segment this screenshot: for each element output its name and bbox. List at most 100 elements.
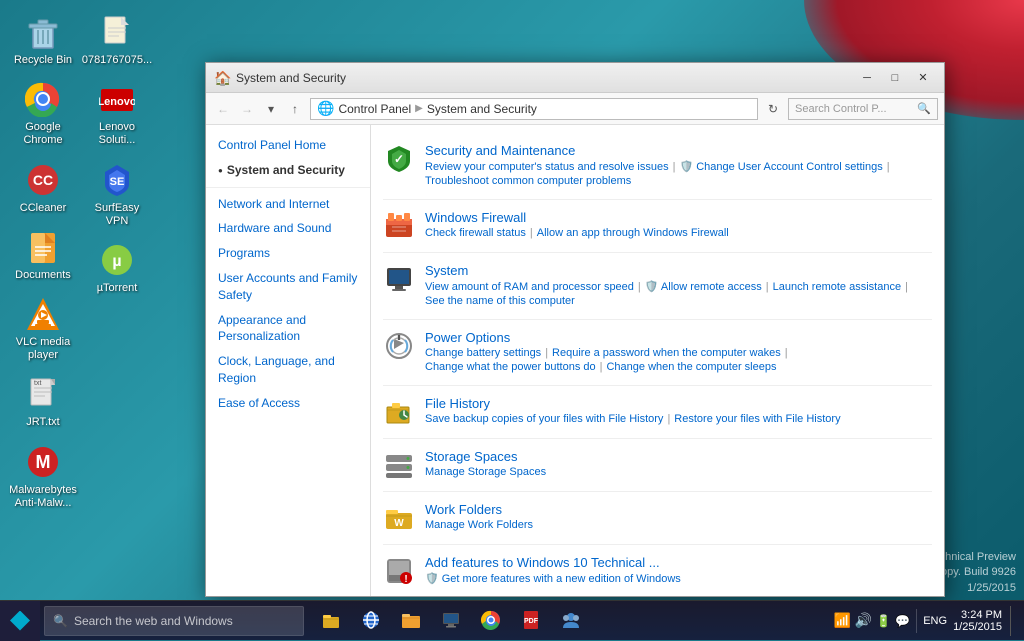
battery-settings-link[interactable]: Change battery settings: [425, 347, 541, 359]
taskbar-computer[interactable]: [432, 602, 470, 640]
desktop-icon-lenovo[interactable]: Lenovo Lenovo Soluti...: [82, 75, 152, 151]
taskbar-chrome[interactable]: [472, 602, 510, 640]
jrt-icon: txt: [23, 374, 63, 414]
breadcrumb-system-security[interactable]: System and Security: [427, 102, 537, 116]
get-features-link[interactable]: 🛡️ Get more features with a new edition …: [425, 572, 681, 585]
language-indicator[interactable]: ENG: [923, 615, 947, 627]
taskbar-search[interactable]: 🔍 Search the web and Windows: [44, 606, 304, 636]
section-security-maintenance: ✓ Security and Maintenance Review your c…: [383, 133, 932, 200]
windows-logo-icon: [10, 611, 30, 631]
remote-assistance-link[interactable]: Launch remote assistance: [773, 281, 901, 293]
work-folders-title[interactable]: Work Folders: [425, 502, 932, 517]
sleep-link[interactable]: Change when the computer sleeps: [606, 361, 776, 373]
restore-files-link[interactable]: Restore your files with File History: [674, 413, 840, 425]
clock-time: 3:24 PM: [961, 609, 1002, 621]
windows-firewall-content: Windows Firewall Check firewall status |…: [425, 210, 932, 241]
system-links: View amount of RAM and processor speed |…: [425, 280, 932, 293]
file-history-icon: [383, 396, 415, 428]
security-maintenance-content: Security and Maintenance Review your com…: [425, 143, 932, 189]
sidebar-item-user-accounts[interactable]: User Accounts and Family Safety: [206, 266, 370, 308]
chrome-label: Google Chrome: [12, 121, 74, 147]
add-features-links: 🛡️ Get more features with a new edition …: [425, 572, 932, 585]
add-features-title[interactable]: Add features to Windows 10 Technical ...: [425, 555, 932, 570]
battery-icon[interactable]: 🔋: [876, 614, 891, 628]
section-storage-spaces: Storage Spaces Manage Storage Spaces: [383, 439, 932, 492]
uac-settings-link[interactable]: 🛡️ Change User Account Control settings: [679, 160, 882, 173]
taskbar-file-explorer[interactable]: [312, 602, 350, 640]
show-desktop-button[interactable]: [1010, 606, 1016, 636]
section-power-options: Power Options Change battery settings | …: [383, 320, 932, 386]
svg-text:M: M: [36, 452, 51, 472]
taskbar-folder[interactable]: [392, 602, 430, 640]
file-history-title[interactable]: File History: [425, 396, 932, 411]
taskbar-clock[interactable]: 3:24 PM 1/25/2015: [953, 609, 1002, 633]
speaker-icon[interactable]: 🔊: [855, 612, 872, 629]
password-wakes-link[interactable]: Require a password when the computer wak…: [552, 347, 781, 359]
power-title[interactable]: Power Options: [425, 330, 932, 345]
up-button[interactable]: ↑: [284, 98, 306, 120]
sidebar-item-network[interactable]: Network and Internet: [206, 192, 370, 217]
file-history-content: File History Save backup copies of your …: [425, 396, 932, 427]
desktop-icon-utorrent[interactable]: µ µTorrent: [82, 236, 152, 299]
clock-date: 1/25/2015: [953, 621, 1002, 633]
notification-icon[interactable]: 💬: [895, 614, 910, 628]
svg-text:Lenovo: Lenovo: [99, 96, 135, 108]
sidebar-item-control-panel-home[interactable]: Control Panel Home: [206, 133, 370, 158]
save-backup-link[interactable]: Save backup copies of your files with Fi…: [425, 413, 663, 425]
back-button[interactable]: ←: [212, 98, 234, 120]
sidebar-item-ease[interactable]: Ease of Access: [206, 391, 370, 416]
security-maintenance-icon: ✓: [383, 143, 415, 175]
storage-links: Manage Storage Spaces: [425, 466, 932, 478]
desktop-icon-jrt[interactable]: txt JRT.txt: [8, 370, 78, 433]
desktop-icon-documents[interactable]: Documents: [8, 223, 78, 286]
manage-storage-link[interactable]: Manage Storage Spaces: [425, 466, 546, 478]
sidebar-item-clock[interactable]: Clock, Language, and Region: [206, 349, 370, 391]
vlc-icon: [23, 294, 63, 334]
remote-access-link[interactable]: 🛡️ Allow remote access: [645, 280, 762, 293]
sidebar-item-system-security[interactable]: System and Security: [206, 158, 370, 183]
forward-button[interactable]: →: [236, 98, 258, 120]
sidebar-item-appearance[interactable]: Appearance and Personalization: [206, 308, 370, 350]
ram-link[interactable]: View amount of RAM and processor speed: [425, 281, 634, 293]
section-system: System View amount of RAM and processor …: [383, 253, 932, 320]
desktop-icon-malwarebytes[interactable]: M Malwarebytes Anti-Malw...: [8, 438, 78, 514]
desktop-icon-recycle-bin[interactable]: Recycle Bin: [8, 8, 78, 71]
minimize-button[interactable]: ─: [854, 68, 880, 88]
lenovo-icon: Lenovo: [97, 79, 137, 119]
power-buttons-link[interactable]: Change what the power buttons do: [425, 361, 596, 373]
security-maintenance-title[interactable]: Security and Maintenance: [425, 143, 932, 158]
allow-app-link[interactable]: Allow an app through Windows Firewall: [537, 227, 729, 239]
start-button[interactable]: [0, 601, 40, 641]
malwarebytes-icon: M: [23, 442, 63, 482]
close-button[interactable]: ✕: [910, 68, 936, 88]
network-icon[interactable]: 📶: [833, 612, 850, 629]
troubleshoot-link[interactable]: Troubleshoot common computer problems: [425, 175, 631, 187]
chrome-icon: [23, 79, 63, 119]
surfeasy-label: SurfEasy VPN: [86, 202, 148, 228]
taskbar-ie[interactable]: [352, 602, 390, 640]
desktop-icon-vlc[interactable]: VLC media player: [8, 290, 78, 366]
address-field[interactable]: 🌐 Control Panel ▶ System and Security: [310, 98, 758, 120]
desktop-icon-file0781[interactable]: 0781767075...: [82, 8, 152, 71]
breadcrumb-control-panel[interactable]: Control Panel: [338, 102, 411, 116]
maximize-button[interactable]: □: [882, 68, 908, 88]
storage-title[interactable]: Storage Spaces: [425, 449, 932, 464]
taskbar-people[interactable]: [552, 602, 590, 640]
work-folders-icon: W: [383, 502, 415, 534]
desktop-icon-chrome[interactable]: Google Chrome: [8, 75, 78, 151]
sidebar-item-hardware[interactable]: Hardware and Sound: [206, 216, 370, 241]
taskbar-pdf[interactable]: PDF: [512, 602, 550, 640]
windows-firewall-title[interactable]: Windows Firewall: [425, 210, 932, 225]
review-status-link[interactable]: Review your computer's status and resolv…: [425, 161, 669, 173]
manage-work-link[interactable]: Manage Work Folders: [425, 519, 533, 531]
firewall-status-link[interactable]: Check firewall status: [425, 227, 526, 239]
desktop-icon-ccleaner[interactable]: CC CCleaner: [8, 156, 78, 219]
desktop-icon-surfeasy[interactable]: SE SurfEasy VPN: [82, 156, 152, 232]
search-box[interactable]: Search Control P... 🔍: [788, 98, 938, 120]
refresh-button[interactable]: ↻: [762, 98, 784, 120]
computer-name-link[interactable]: See the name of this computer: [425, 295, 575, 307]
system-title[interactable]: System: [425, 263, 932, 278]
dropdown-button[interactable]: ▾: [260, 98, 282, 120]
recycle-bin-icon: [23, 12, 63, 52]
sidebar-item-programs[interactable]: Programs: [206, 241, 370, 266]
